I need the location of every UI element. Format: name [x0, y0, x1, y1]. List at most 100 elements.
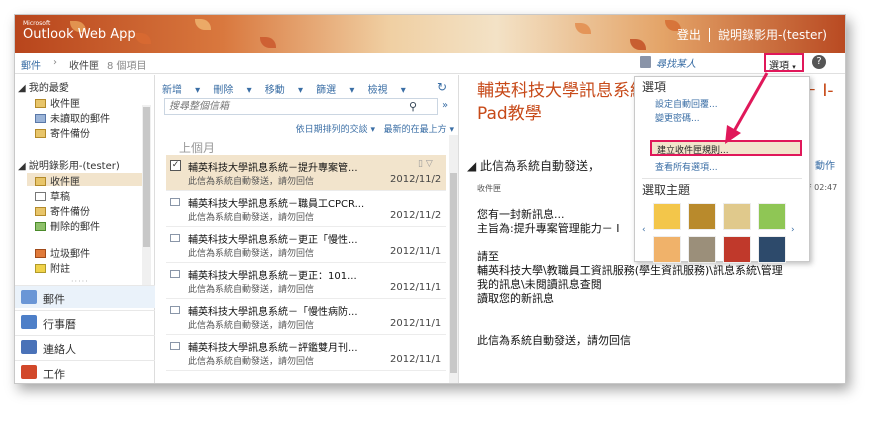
body-line: [477, 306, 783, 320]
tasks-icon: [21, 365, 37, 379]
search-icon[interactable]: ⚲: [409, 100, 417, 113]
message-row[interactable]: 輔英科技大學訊息系統－更正：101... 此信為系統自動發送，請勿回信 2012/1…: [166, 263, 446, 299]
fav-label: 未讀取的郵件: [50, 114, 110, 125]
help-icon[interactable]: ?: [812, 55, 826, 69]
new-button[interactable]: 新增 ▾: [162, 85, 200, 96]
menu-inbox-rules[interactable]: 建立收件匣規則...: [650, 140, 802, 156]
theme-thumbnail[interactable]: [688, 236, 716, 263]
new-label: 新增: [162, 85, 182, 96]
fav-item-inbox[interactable]: 收件匣: [35, 95, 80, 110]
folder-label: 附註: [50, 264, 70, 275]
search-box[interactable]: ⚲: [164, 98, 438, 115]
mailbox-header-label: 說明錄影用-(tester): [28, 161, 120, 172]
message-row[interactable]: 輔英科技大學訊息系統－職員工CPCR... 此信為系統自動發送，請勿回信 2012/…: [166, 191, 446, 227]
theme-thumbnail[interactable]: [723, 236, 751, 263]
theme-thumbnail[interactable]: [723, 203, 751, 230]
body-line: 輔英科技大學\教職員工資訊服務(學生資訊服務)\訊息系統\管理: [477, 264, 783, 277]
fav-item-sent[interactable]: 寄件備份: [35, 125, 90, 140]
checkbox-icon[interactable]: ✓: [170, 160, 181, 171]
options-menu: 選項 設定自動回覆... 變更密碼... 建立收件匣規則... 查看所有選項..…: [634, 76, 810, 263]
delete-button[interactable]: 刪除 ▾: [213, 85, 251, 96]
message-subject: 輔英科技大學訊息系統－更正「慢性...: [188, 235, 358, 246]
menu-change-password[interactable]: 變更密碼...: [655, 111, 700, 124]
theme-thumbnail[interactable]: [653, 236, 681, 263]
sent-icon: [35, 129, 46, 138]
flag-icon[interactable]: ▯ ▽: [418, 159, 433, 169]
menu-all-options[interactable]: 查看所有選項...: [655, 160, 718, 173]
module-mail[interactable]: 郵件: [15, 285, 155, 308]
crumb-mail[interactable]: 郵件: [21, 57, 41, 72]
fav-item-unread[interactable]: 未讀取的郵件: [35, 110, 110, 125]
list-toolbar: 新增 ▾ 刪除 ▾ 移動 ▾ 篩選 ▾ 檢視 ▾: [162, 81, 416, 96]
item-count: 8 個項目: [107, 61, 147, 72]
module-label: 郵件: [43, 293, 65, 306]
sort-order-link[interactable]: 最新的在最上方: [384, 125, 447, 135]
refresh-icon[interactable]: ↻: [437, 80, 447, 94]
message-date: 2012/11/1: [390, 354, 442, 365]
calendar-icon: [21, 315, 37, 329]
message-row[interactable]: 輔英科技大學訊息系統－「慢性病防... 此信為系統自動發送，請勿回信 2012/11…: [166, 299, 446, 335]
theme-thumbnail[interactable]: [653, 203, 681, 230]
message-date: 2012/11/2: [390, 174, 442, 185]
folder-label: 寄件備份: [50, 207, 90, 218]
body-line: [477, 320, 783, 334]
brand-logo: Microsoft Outlook Web App: [23, 20, 136, 42]
list-scrollbar[interactable]: [449, 135, 458, 383]
nav-scrollbar[interactable]: [142, 105, 151, 285]
theme-thumbnail[interactable]: [688, 203, 716, 230]
favorites-header[interactable]: ◢ 我的最愛: [18, 79, 69, 94]
delete-label: 刪除: [213, 85, 234, 96]
address-book-icon: [640, 56, 651, 68]
message-date: 2012/11/1: [390, 318, 442, 329]
filter-button[interactable]: 篩選 ▾: [316, 85, 354, 96]
folder-label: 刪除的郵件: [50, 222, 100, 233]
theme-thumbnail[interactable]: [758, 236, 786, 263]
expand-icon[interactable]: »: [442, 100, 448, 111]
folder-notes[interactable]: 附註: [35, 260, 70, 275]
message-subject: 輔英科技大學訊息系統－提升專案管...: [188, 163, 358, 174]
folder-drafts[interactable]: 草稿: [35, 188, 70, 203]
view-label: 檢視: [367, 85, 388, 96]
menu-auto-reply[interactable]: 設定自動回覆...: [655, 97, 718, 110]
inbox-icon: [35, 99, 46, 108]
group-header: 上個月: [179, 141, 216, 155]
options-button[interactable]: 選項 ▾: [764, 53, 804, 72]
body-line: 我的訊息\未閱讀訊息查閱: [477, 278, 602, 291]
mail-icon: [21, 290, 37, 304]
folder-label: 垃圾郵件: [50, 249, 90, 260]
mailbox-header[interactable]: ◢ 說明錄影用-(tester): [18, 157, 120, 172]
view-button[interactable]: 檢視 ▾: [368, 85, 406, 96]
message-row[interactable]: 輔英科技大學訊息系統－更正「慢性... 此信為系統自動發送，請勿回信 2012/11…: [166, 227, 446, 263]
owa-window: Microsoft Outlook Web App 登出說明錄影用-(teste…: [14, 14, 846, 384]
chevron-right-icon[interactable]: ›: [791, 225, 795, 235]
theme-thumbnail[interactable]: [758, 203, 786, 230]
search-input[interactable]: [165, 99, 395, 114]
scroll-thumb[interactable]: [143, 107, 150, 247]
folder-junk[interactable]: 垃圾郵件: [35, 245, 90, 260]
folder-inbox[interactable]: 收件匣: [27, 173, 149, 188]
module-calendar[interactable]: 行事曆: [15, 310, 155, 333]
sent-icon: [35, 207, 46, 216]
folder-deleted[interactable]: 刪除的郵件: [35, 218, 100, 233]
message-row[interactable]: ✓ 輔英科技大學訊息系統－提升專案管... 此信為系統自動發送，請勿回信 2012/1…: [166, 155, 446, 191]
inbox-icon: [35, 177, 46, 186]
message-row[interactable]: 輔英科技大學訊息系統－評鑑雙月刊... 此信為系統自動發送，請勿回信 2012/11…: [166, 335, 446, 371]
move-button[interactable]: 移動 ▾: [265, 85, 303, 96]
recipient: 收件匣: [477, 184, 501, 193]
find-people-link[interactable]: 尋找某人: [656, 55, 696, 70]
signout-link[interactable]: 登出: [677, 28, 701, 42]
actions-button[interactable]: 動作: [815, 157, 835, 172]
message-subject: 輔英科技大學訊息系統－更正：101...: [188, 271, 357, 282]
folder-sent[interactable]: 寄件備份: [35, 203, 90, 218]
module-contacts[interactable]: 連絡人: [15, 335, 155, 358]
user-name[interactable]: 說明錄影用-(tester): [718, 28, 827, 42]
sort-by-link[interactable]: 依日期排列的交談: [296, 125, 368, 135]
message-list-pane: 新增 ▾ 刪除 ▾ 移動 ▾ 篩選 ▾ 檢視 ▾ ↻ ⚲ » 依日期排列的交談 …: [156, 75, 459, 383]
trash-icon: [35, 222, 46, 231]
message-preview: 此信為系統自動發送，請勿回信: [188, 213, 315, 223]
body-line: 讀取您的新訊息: [477, 292, 554, 305]
chevron-left-icon[interactable]: ‹: [642, 225, 646, 235]
scroll-thumb[interactable]: [450, 173, 457, 373]
module-tasks[interactable]: 工作: [15, 360, 155, 383]
message-subject: 輔英科技大學訊息系統－評鑑雙月刊...: [188, 343, 358, 354]
